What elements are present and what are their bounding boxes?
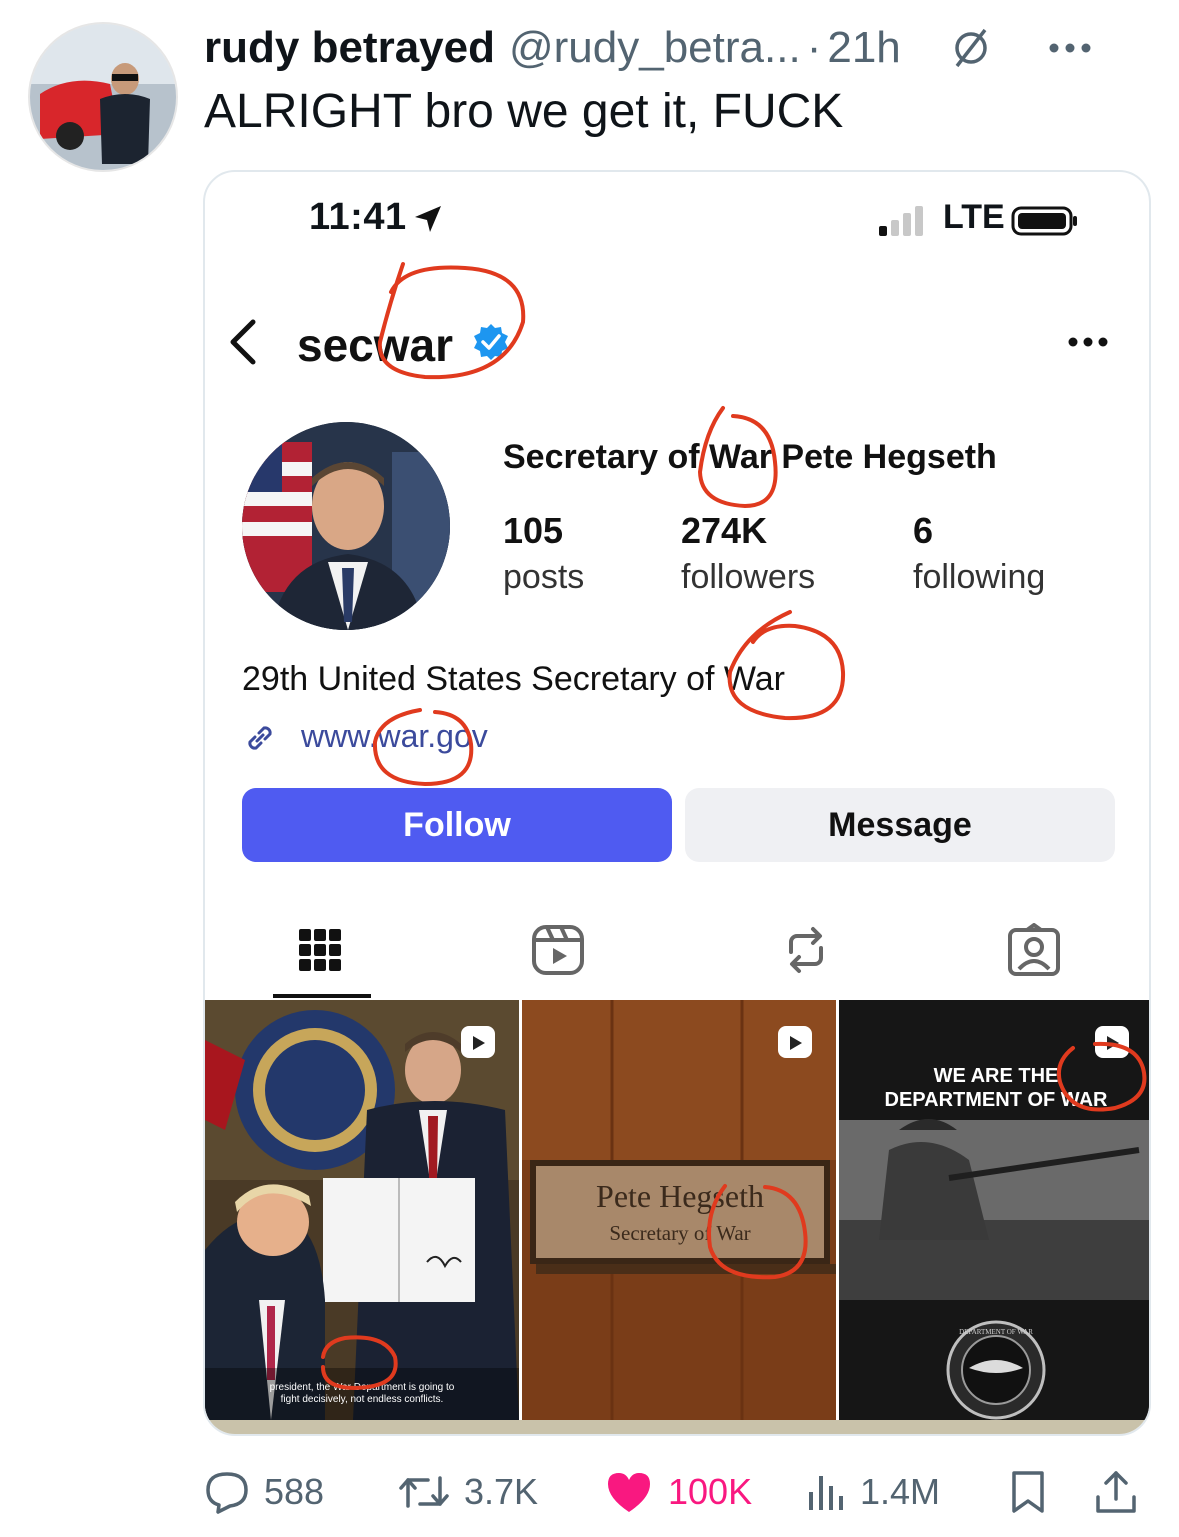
reel-icon <box>778 1026 812 1058</box>
post-overlay-text: WE ARE THE DEPARTMENT OF WAR <box>839 1064 1149 1112</box>
views-count: 1.4M <box>860 1471 941 1512</box>
share-icon <box>1096 1471 1136 1513</box>
post-tile[interactable]: president, the War Department is going t… <box>205 1000 519 1420</box>
reply-count: 588 <box>264 1471 325 1512</box>
tab-tagged[interactable] <box>989 910 1079 990</box>
reels-icon <box>532 925 584 975</box>
seal-text: DEPARTMENT OF WAR <box>959 1328 1033 1336</box>
views-icon <box>809 1476 843 1510</box>
reposts-icon <box>789 927 823 973</box>
status-time: 11:41 <box>309 196 407 238</box>
followers-label: followers <box>681 558 816 596</box>
follow-button[interactable]: Follow <box>242 788 672 862</box>
stat-followers[interactable]: 274K followers <box>681 510 815 597</box>
battery-icon <box>1011 206 1077 236</box>
verified-badge-icon <box>474 324 508 360</box>
tweet-timestamp[interactable]: 21h <box>827 23 900 73</box>
profile-link[interactable]: www.war.gov <box>301 718 488 755</box>
profile-display-name: Secretary of War Pete Hegseth <box>503 438 997 476</box>
back-icon[interactable] <box>223 318 263 366</box>
bookmark-icon <box>1012 1471 1044 1513</box>
retweet-count: 3.7K <box>464 1471 539 1512</box>
following-count: 6 <box>913 510 934 551</box>
like-button[interactable]: 100K <box>604 1462 752 1522</box>
tweet-actions: 588 3.7K 100K 1.4M <box>0 1462 1179 1522</box>
stat-posts[interactable]: 105 posts <box>503 510 584 597</box>
tweet-text: ALRIGHT bro we get it, FUCK <box>204 85 844 138</box>
retweet-icon <box>399 1476 449 1508</box>
post-caption-line: president, the War Department is going t… <box>269 1382 455 1393</box>
post-overlay-line: DEPARTMENT OF WAR <box>884 1089 1108 1111</box>
stat-following[interactable]: 6 following <box>913 510 1045 597</box>
profile-more-icon[interactable] <box>1067 336 1109 348</box>
post-tile[interactable]: Pete Hegseth Secretary of War <box>522 1000 836 1420</box>
following-label: following <box>913 558 1046 596</box>
location-arrow-icon <box>415 206 441 232</box>
tagged-icon <box>1008 923 1060 976</box>
post-overlay-line: WE ARE THE <box>933 1065 1059 1087</box>
tweet-header: rudy betrayed @rudy_betra... · 21h <box>204 18 1154 78</box>
network-label: LTE <box>943 198 1005 236</box>
post-tile[interactable]: WE ARE THE DEPARTMENT OF WAR DEPARTMENT … <box>839 1000 1149 1420</box>
post-caption-line: fight decisively, not endless conflicts. <box>280 1394 444 1405</box>
followers-count: 274K <box>681 510 768 551</box>
active-tab-indicator <box>273 994 371 998</box>
grok-icon[interactable] <box>949 26 993 70</box>
tab-reposts[interactable] <box>761 910 851 990</box>
posts-grid: president, the War Department is going t… <box>205 1000 1149 1434</box>
author-display-name[interactable]: rudy betrayed <box>204 23 495 73</box>
status-bar: 11:41 LTE <box>205 196 1149 246</box>
next-row-preview <box>205 1420 1149 1434</box>
profile-picture[interactable] <box>242 422 450 630</box>
views-button[interactable]: 1.4M <box>806 1462 940 1522</box>
tab-reels[interactable] <box>513 910 603 990</box>
embedded-screenshot[interactable]: 11:41 LTE secwar Secretary of War Pete H… <box>203 170 1151 1436</box>
profile-tabs <box>205 910 1149 1000</box>
nameplate: Pete Hegseth Secretary of War <box>536 1178 824 1246</box>
message-button[interactable]: Message <box>685 788 1115 862</box>
reply-button[interactable]: 588 <box>204 1462 324 1522</box>
share-button[interactable] <box>1094 1462 1152 1522</box>
nameplate-name: Pete Hegseth <box>596 1178 764 1214</box>
tab-grid[interactable] <box>275 910 365 990</box>
reel-icon <box>1095 1026 1129 1058</box>
author-avatar[interactable] <box>28 22 178 172</box>
author-handle[interactable]: @rudy_betra... <box>509 23 801 73</box>
nameplate-title: Secretary of War <box>609 1221 751 1245</box>
bookmark-button[interactable] <box>1010 1462 1060 1522</box>
posts-label: posts <box>503 558 585 596</box>
posts-count: 105 <box>503 510 564 551</box>
link-icon <box>248 726 272 750</box>
retweet-button[interactable]: 3.7K <box>398 1462 538 1522</box>
profile-bio: 29th United States Secretary of War <box>242 660 785 698</box>
grid-icon <box>299 929 341 971</box>
profile-username: secwar <box>297 319 454 371</box>
post-caption: president, the War Department is going t… <box>205 1382 519 1406</box>
separator-dot: · <box>806 23 822 72</box>
reel-icon <box>461 1026 495 1058</box>
like-count: 100K <box>668 1471 753 1512</box>
reply-icon <box>206 1472 248 1514</box>
more-icon[interactable] <box>1047 41 1093 55</box>
heart-icon <box>608 1473 650 1512</box>
signal-icon <box>879 206 923 236</box>
